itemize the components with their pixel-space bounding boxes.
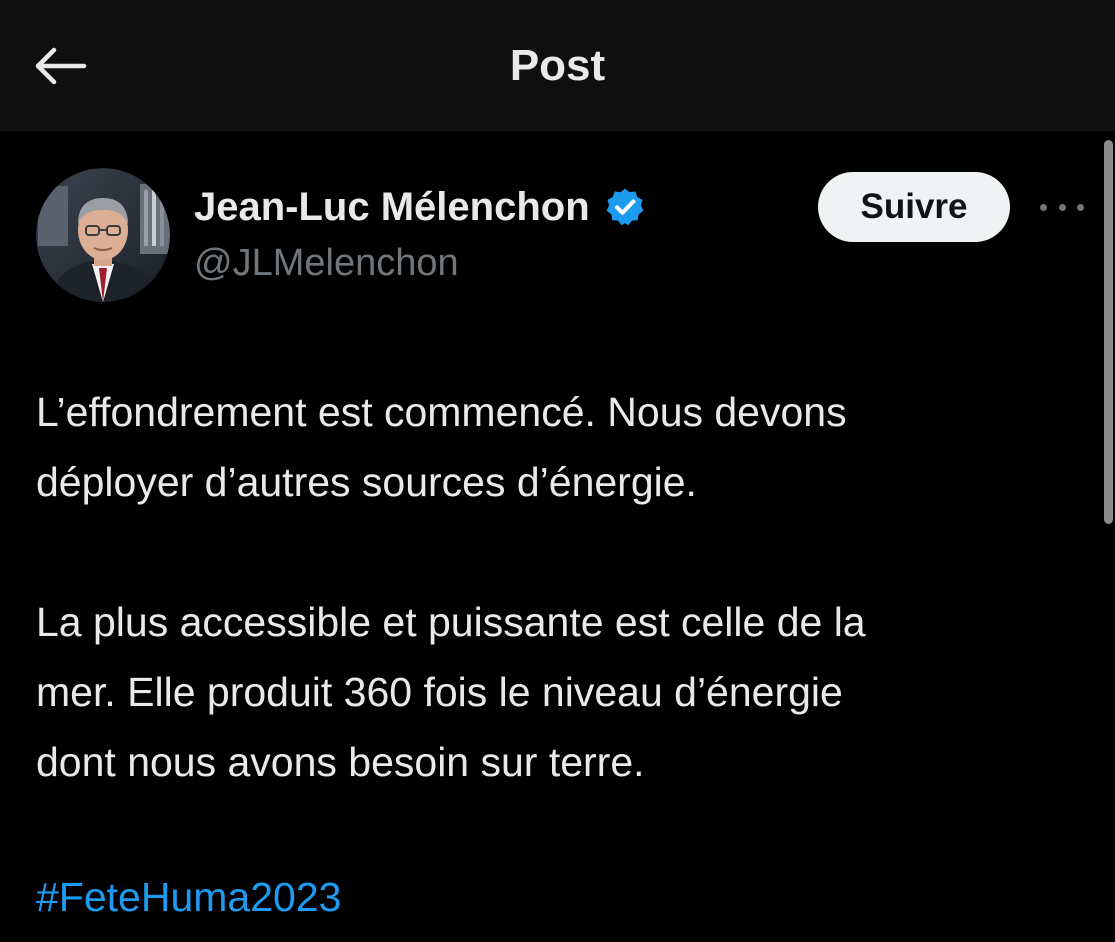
author-handle[interactable]: @JLMelenchon bbox=[194, 237, 459, 289]
author-name-row[interactable]: Jean-Luc Mélenchon bbox=[194, 180, 646, 234]
page-title: Post bbox=[509, 41, 606, 90]
post-text: L’effondrement est commencé. Nous devons… bbox=[36, 377, 1086, 797]
avatar[interactable] bbox=[36, 168, 170, 302]
avatar-image bbox=[36, 168, 170, 302]
post-paragraph: L’effondrement est commencé. Nous devons… bbox=[36, 389, 847, 505]
more-options-icon bbox=[1040, 203, 1047, 211]
follow-button[interactable]: Suivre bbox=[818, 172, 1010, 242]
more-options-icon-dot bbox=[1077, 203, 1084, 211]
hashtag-link[interactable]: #FeteHuma2023 bbox=[36, 862, 341, 932]
post-paragraph: La plus accessible et puissante est cell… bbox=[36, 599, 866, 785]
top-bar: Post bbox=[0, 0, 1115, 131]
verified-badge-icon bbox=[606, 188, 643, 226]
author-name[interactable]: Jean-Luc Mélenchon bbox=[194, 180, 590, 234]
more-options-button[interactable] bbox=[1036, 190, 1088, 224]
scrollbar[interactable] bbox=[1104, 140, 1113, 524]
more-options-icon-dot bbox=[1058, 203, 1066, 211]
